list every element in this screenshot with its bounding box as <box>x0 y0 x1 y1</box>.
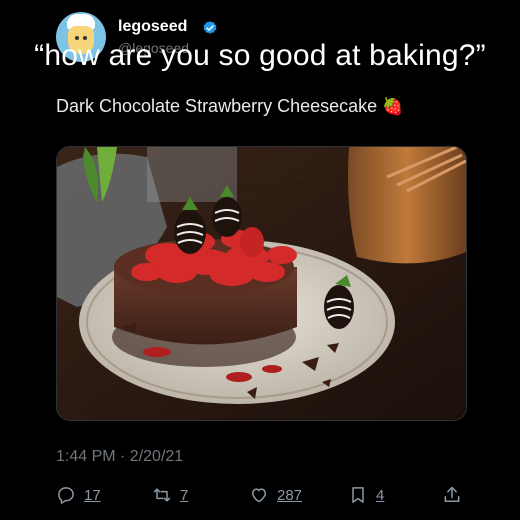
strawberry-emoji: 🍓 <box>382 97 404 116</box>
reply-count: 17 <box>84 486 101 504</box>
cheesecake-image <box>57 147 466 420</box>
like-count: 287 <box>277 486 303 504</box>
verified-badge-icon <box>203 21 217 34</box>
tweet-timestamp[interactable]: 1:44 PM · 2/20/21 <box>56 448 183 466</box>
meme-caption: “how are you so good at baking?” <box>34 39 486 72</box>
bookmark-icon <box>352 487 364 503</box>
reply-button[interactable]: 17 <box>56 482 101 508</box>
like-icon <box>252 488 266 503</box>
tweet-text: Dark Chocolate Strawberry Cheesecake 🍓 <box>56 96 403 117</box>
share-icon <box>444 486 460 502</box>
share-button[interactable] <box>442 482 462 508</box>
bookmark-count: 4 <box>376 486 385 504</box>
cheesecake-photo[interactable] <box>56 146 467 421</box>
reply-icon <box>58 487 74 504</box>
tweet-actions: 17 7 287 4 <box>56 482 476 508</box>
retweet-button[interactable]: 7 <box>152 482 188 508</box>
username[interactable]: legoseed <box>118 18 187 36</box>
retweet-count: 7 <box>180 486 189 504</box>
tweet-text-content: Dark Chocolate Strawberry Cheesecake <box>56 96 378 116</box>
retweet-icon <box>153 488 171 502</box>
like-button[interactable]: 287 <box>249 482 302 508</box>
bookmark-button[interactable]: 4 <box>348 482 384 508</box>
